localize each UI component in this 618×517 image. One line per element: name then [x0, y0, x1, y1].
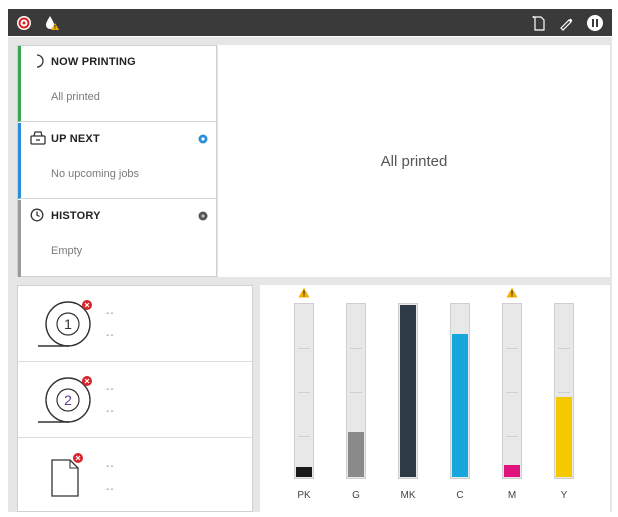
- cartridge-tick: [558, 392, 570, 393]
- top-bar: [8, 9, 612, 36]
- ink-level-fill-mk: [400, 305, 416, 477]
- low-ink-warning-icon: [506, 287, 518, 298]
- ink-cartridge-c[interactable]: [450, 303, 470, 479]
- up-next-status: No upcoming jobs: [51, 168, 140, 180]
- now-printing-status: All printed: [51, 91, 100, 103]
- now-printing-section[interactable]: NOW PRINTING All printed: [18, 46, 216, 122]
- history-badge-icon: [198, 208, 208, 226]
- ink-label-pk: PK: [297, 490, 311, 501]
- ink-label-y: Y: [560, 490, 568, 501]
- up-next-title: UP NEXT: [51, 133, 100, 145]
- cartridge-tick: [558, 348, 570, 349]
- ink-label-g: G: [352, 490, 360, 501]
- roll-1-row[interactable]: 1 -- --: [18, 286, 252, 362]
- roll-2-row[interactable]: 2 -- --: [18, 362, 252, 438]
- ink-level-fill-m: [504, 465, 520, 477]
- pen-icon[interactable]: [558, 15, 574, 31]
- main-area: NOW PRINTING All printed UP NEXT No upco…: [8, 37, 612, 512]
- ink-levels-panel[interactable]: PK G MK C M Y: [260, 285, 610, 512]
- job-preview-panel: All printed: [218, 45, 610, 277]
- cartridge-tick: [506, 348, 518, 349]
- roll-2-line-2: --: [106, 406, 115, 417]
- pause-icon[interactable]: [586, 14, 604, 32]
- ink-level-fill-c: [452, 334, 468, 477]
- cartridge-tick: [298, 392, 310, 393]
- ink-drop-warning-icon[interactable]: [44, 15, 60, 31]
- hp-connect-icon[interactable]: [16, 15, 32, 31]
- cartridge-tick: [350, 348, 362, 349]
- cartridge-tick: [506, 436, 518, 437]
- sheet-icon: [46, 450, 90, 505]
- cartridge-tick: [350, 392, 362, 393]
- history-section[interactable]: HISTORY Empty: [18, 200, 216, 277]
- roll-2-number: 2: [64, 392, 72, 408]
- roll-2-line-1: --: [106, 384, 115, 395]
- roll-1-icon: 1: [36, 292, 98, 359]
- roll-1-line-2: --: [106, 330, 115, 341]
- cartridge-tick: [506, 392, 518, 393]
- cartridge-tick: [298, 436, 310, 437]
- up-next-section[interactable]: UP NEXT No upcoming jobs: [18, 123, 216, 199]
- ink-level-fill-y: [556, 397, 572, 477]
- ink-cartridge-mk[interactable]: [398, 303, 418, 479]
- ink-cartridge-y[interactable]: [554, 303, 574, 479]
- paper-load-icon[interactable]: [532, 15, 546, 31]
- ink-label-mk: MK: [400, 490, 416, 501]
- spinner-icon: [30, 54, 44, 73]
- now-printing-title: NOW PRINTING: [51, 56, 136, 68]
- ink-cartridge-m[interactable]: [502, 303, 522, 479]
- media-panel: 1 -- -- 2 -- -- -- --: [17, 285, 253, 512]
- jobs-panel: NOW PRINTING All printed UP NEXT No upco…: [17, 45, 217, 277]
- ink-level-fill-g: [348, 432, 364, 477]
- info-badge-icon: [198, 131, 208, 149]
- ink-label-c: C: [456, 490, 464, 501]
- cartridge-tick: [298, 348, 310, 349]
- low-ink-warning-icon: [298, 287, 310, 298]
- sheet-row[interactable]: -- --: [18, 438, 252, 511]
- preview-status-text: All printed: [380, 153, 448, 170]
- history-title: HISTORY: [51, 210, 101, 222]
- clock-icon: [30, 208, 44, 227]
- history-status: Empty: [51, 245, 83, 257]
- roll-1-line-1: --: [106, 308, 115, 319]
- sheet-line-2: --: [106, 484, 115, 495]
- printer-queue-icon: [30, 131, 46, 150]
- roll-2-icon: 2: [36, 368, 98, 435]
- roll-1-number: 1: [64, 316, 72, 332]
- ink-cartridge-pk[interactable]: [294, 303, 314, 479]
- ink-level-fill-pk: [296, 467, 312, 477]
- ink-label-m: M: [507, 490, 517, 501]
- ink-cartridge-g[interactable]: [346, 303, 366, 479]
- sheet-line-1: --: [106, 461, 115, 472]
